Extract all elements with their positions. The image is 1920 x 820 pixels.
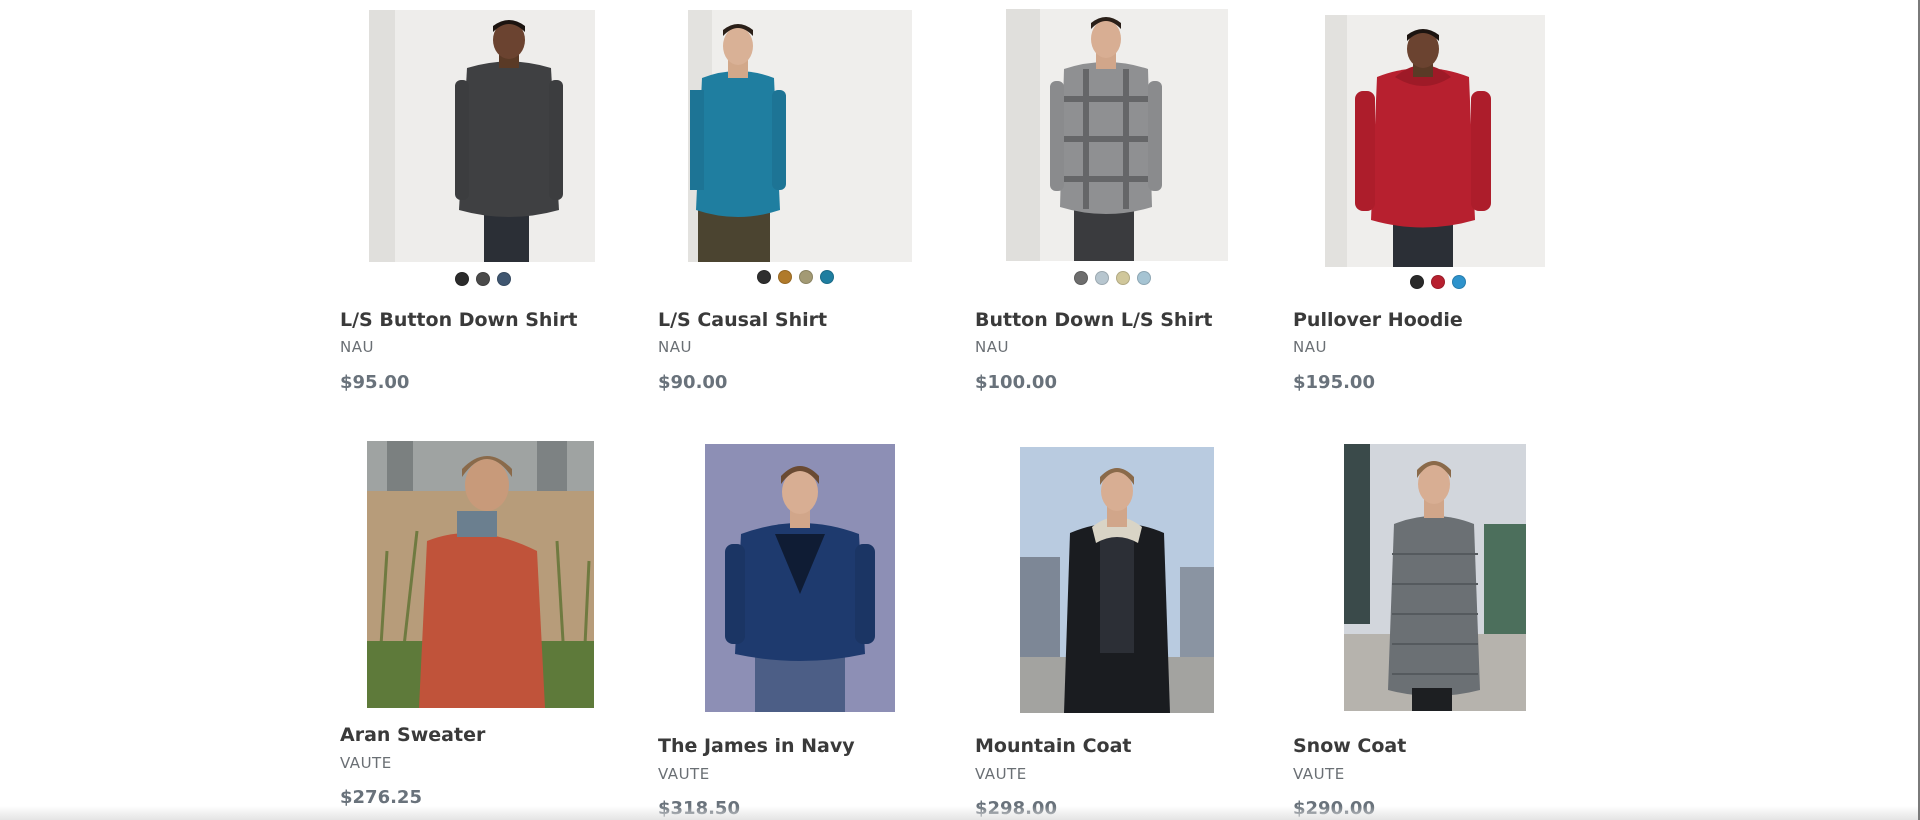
color-swatches (1410, 275, 1466, 290)
color-swatch[interactable] (1116, 271, 1130, 285)
product-title[interactable]: The James in Navy (658, 735, 855, 757)
product-price: $95.00 (340, 372, 410, 393)
product-price: $90.00 (658, 372, 728, 393)
color-swatches (455, 272, 511, 287)
product-title[interactable]: Mountain Coat (975, 735, 1131, 757)
product-card[interactable]: Button Down L/S Shirt NAU $100.00 (975, 0, 1265, 400)
color-swatch[interactable] (1431, 275, 1445, 289)
bottom-fade (0, 806, 1920, 820)
product-vendor: VAUTE (340, 754, 392, 772)
product-image[interactable] (1020, 447, 1214, 713)
color-swatch[interactable] (476, 272, 490, 286)
product-card[interactable]: Aran Sweater VAUTE $276.25 (340, 440, 630, 820)
product-image[interactable] (369, 10, 595, 262)
product-image[interactable] (1325, 15, 1545, 267)
color-swatch[interactable] (497, 272, 511, 286)
product-card[interactable]: The James in Navy VAUTE $318.50 (658, 440, 948, 820)
product-vendor: VAUTE (658, 765, 710, 783)
product-vendor: VAUTE (975, 765, 1027, 783)
product-title[interactable]: Pullover Hoodie (1293, 309, 1463, 331)
product-title[interactable]: Button Down L/S Shirt (975, 309, 1212, 331)
color-swatch[interactable] (1095, 271, 1109, 285)
product-card[interactable]: Pullover Hoodie NAU $195.00 (1293, 0, 1583, 400)
color-swatch[interactable] (1137, 271, 1151, 285)
product-card[interactable]: Mountain Coat VAUTE $298.00 (975, 440, 1265, 820)
product-image[interactable] (1006, 9, 1228, 261)
product-image[interactable] (367, 441, 594, 708)
product-image[interactable] (705, 444, 895, 712)
color-swatches (757, 270, 834, 285)
product-title[interactable]: Aran Sweater (340, 724, 485, 746)
product-price: $276.25 (340, 787, 422, 808)
color-swatch[interactable] (799, 270, 813, 284)
product-card[interactable]: L/S Causal Shirt NAU $90.00 (658, 0, 948, 400)
product-vendor: NAU (1293, 338, 1327, 356)
color-swatch[interactable] (820, 270, 834, 284)
color-swatch[interactable] (1452, 275, 1466, 289)
product-grid: L/S Button Down Shirt NAU $95.00 L/S Cau… (340, 0, 1610, 820)
product-vendor: VAUTE (1293, 765, 1345, 783)
color-swatch[interactable] (1074, 271, 1088, 285)
product-card[interactable]: Snow Coat VAUTE $290.00 (1293, 440, 1583, 820)
color-swatch[interactable] (757, 270, 771, 284)
color-swatches (1074, 271, 1151, 286)
product-vendor: NAU (340, 338, 374, 356)
product-card[interactable]: L/S Button Down Shirt NAU $95.00 (340, 0, 630, 400)
product-vendor: NAU (975, 338, 1009, 356)
color-swatch[interactable] (1410, 275, 1424, 289)
product-title[interactable]: L/S Causal Shirt (658, 309, 827, 331)
product-price: $195.00 (1293, 372, 1375, 393)
product-grid-page: L/S Button Down Shirt NAU $95.00 L/S Cau… (0, 0, 1920, 820)
product-price: $100.00 (975, 372, 1057, 393)
product-title[interactable]: Snow Coat (1293, 735, 1406, 757)
product-vendor: NAU (658, 338, 692, 356)
product-image[interactable] (1344, 444, 1526, 711)
color-swatch[interactable] (455, 272, 469, 286)
product-image[interactable] (688, 10, 912, 262)
product-title[interactable]: L/S Button Down Shirt (340, 309, 577, 331)
color-swatch[interactable] (778, 270, 792, 284)
